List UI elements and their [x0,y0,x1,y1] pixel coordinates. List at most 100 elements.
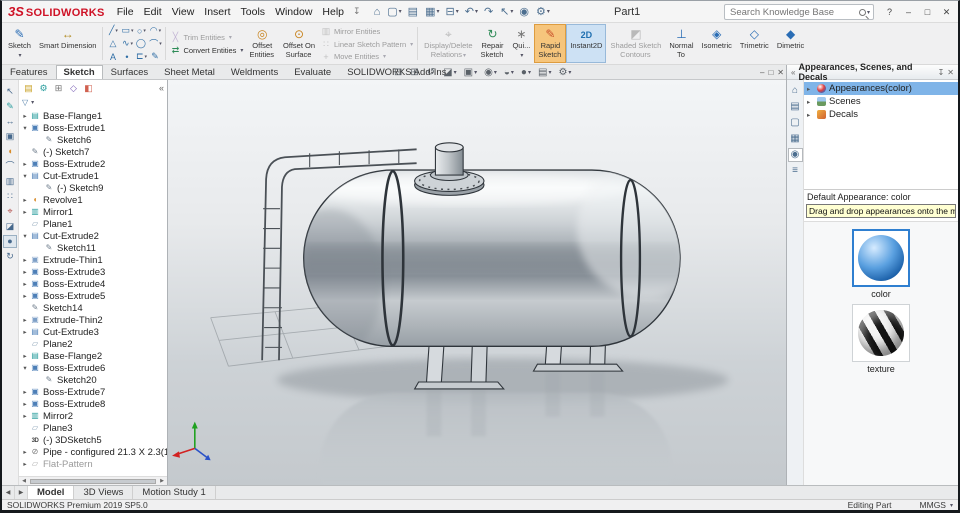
command-tab[interactable]: Sheet Metal [156,65,223,79]
expand-arrow[interactable]: ▸ [21,160,29,168]
options-icon[interactable]: ⚙ ▾ [533,2,553,22]
view-orientation-button[interactable]: ▣ ▾ [464,67,477,78]
expand-arrow[interactable]: ▸ [807,98,814,106]
expand-arrow[interactable]: ▸ [21,400,29,408]
tree-item[interactable]: ▸ Boss-Extrude8 [19,398,167,410]
zoom-fit-button[interactable]: ⊡ [394,67,403,78]
isometric-button[interactable]: Isometric [698,24,736,63]
tree-item[interactable]: ▸ Boss-Extrude5 [19,290,167,302]
tree-item[interactable]: ▸ Cut-Extrude3 [19,326,167,338]
tree-item[interactable]: ▸ Mirror2 [19,410,167,422]
linear-sketch-pattern-button[interactable]: Linear Sketch Pattern ▾ [321,39,413,50]
save-icon[interactable]: ▦ ▾ [422,2,442,22]
new-document-icon[interactable]: ▢ ▾ [384,2,404,22]
expand-arrow[interactable]: ▸ [21,412,29,420]
expand-arrow[interactable]: ▸ [21,328,29,336]
color-appearance-thumb[interactable] [852,229,910,287]
sketch-pencil-tool[interactable]: ✎ [148,50,162,63]
doc-close-button[interactable]: ✕ [777,68,784,77]
restore-button[interactable]: □ [918,3,937,21]
command-tab[interactable]: Weldments [223,65,286,79]
top-nozzle-flange[interactable] [414,142,485,196]
tree-item[interactable]: (-) Sketch7 [19,146,167,158]
circle-tool[interactable]: ○ ▾ [134,24,148,37]
search-input[interactable] [728,5,859,19]
tree-item[interactable]: ▸ Base-Flange1 [19,110,167,122]
dimension-tool-icon[interactable]: ↔ [3,115,17,128]
document-tab[interactable]: 3D Views [74,486,134,499]
command-tab[interactable]: Surfaces [103,65,157,79]
point-tool[interactable]: • [120,50,134,63]
tree-item[interactable]: ▾ Boss-Extrude6 [19,362,167,374]
tree-item[interactable]: ▸ Boss-Extrude3 [19,266,167,278]
scenes-node[interactable]: ▸ Scenes [804,95,958,108]
propertymanager-tab[interactable]: ⚙ [37,82,50,94]
repair-sketch-button[interactable]: Repair Sketch [477,24,509,63]
sketch-tool-icon[interactable]: ✎ [3,100,17,113]
rebuild-icon[interactable]: ◉ [516,2,533,22]
zoom-area-button[interactable]: ⊞ [410,67,419,78]
select-icon[interactable]: ↖ ▾ [497,2,516,22]
text-tool[interactable]: A [106,50,120,63]
expand-arrow[interactable]: ▸ [21,268,29,276]
document-tab[interactable]: Motion Study 1 [133,486,216,499]
appearances-tab[interactable]: ◉ [787,148,803,162]
smart-dimension-button[interactable]: Smart Dimension [35,24,101,63]
decals-node[interactable]: ▸ Decals [804,108,958,121]
select-tool-icon[interactable]: ↖ [3,85,17,98]
measure-tool-icon[interactable]: ⌖ [3,205,17,218]
dimxpertmanager-tab[interactable]: ◇ [67,82,80,94]
filter-funnel-icon[interactable]: ▽ [22,98,28,107]
tree-item[interactable]: Sketch20 [19,374,167,386]
tree-item[interactable]: ▸ Boss-Extrude4 [19,278,167,290]
tab-scroll-left[interactable]: ◀ [2,486,15,499]
line-tool[interactable]: ╱ ▾ [106,24,120,37]
file-explorer-tab[interactable]: ▢ [788,116,803,130]
expand-arrow[interactable]: ▸ [21,316,29,324]
tree-item[interactable]: ▸ Pipe - configured 21.3 X 2.3(1) [19,446,167,458]
design-library-tab[interactable]: ▤ [788,100,803,114]
menu-item[interactable]: Edit [139,3,167,21]
rotate-tool-icon[interactable]: ↻ [3,250,17,263]
texture-appearance-thumb[interactable] [852,304,910,362]
pattern-tool-icon[interactable]: ∷ [3,190,17,203]
open-icon[interactable]: ▤ [405,2,422,22]
offset-entities-button[interactable]: Offset Entities [245,24,279,63]
view-settings-button[interactable]: ⚙ ▾ [558,67,571,78]
section-view-button[interactable]: ◪ ▾ [443,67,456,78]
tree-item[interactable]: Sketch14 [19,302,167,314]
tree-item[interactable]: ▸ Extrude-Thin2 [19,314,167,326]
arc-tool[interactable]: ◠ ▾ [148,24,162,37]
expand-arrow[interactable]: ▸ [807,85,814,93]
pin-icon[interactable]: ↧ [938,68,945,77]
rapid-sketch-button[interactable]: Rapid Sketch [534,24,567,63]
display-delete-relations-button[interactable]: Display/Delete Relations▾ [420,24,476,63]
section-tool-icon[interactable]: ◪ [3,220,17,233]
spline-tool[interactable]: ∿ ▾ [120,37,134,50]
tree-item[interactable]: ▸ Boss-Extrude2 [19,158,167,170]
minimize-button[interactable]: – [899,3,918,21]
custom-properties-tab[interactable]: ≡ [788,164,803,178]
slot-tool[interactable]: ⊏ ▾ [134,50,148,63]
expand-arrow[interactable]: ▸ [807,111,814,119]
command-tab[interactable]: Features [2,65,56,79]
expand-arrow[interactable]: ▸ [21,292,29,300]
ellipse-tool[interactable]: ◯ [134,37,148,50]
view-palette-tab[interactable]: ▦ [788,132,803,146]
mirror-tool-icon[interactable]: ▥ [3,175,17,188]
tree-item[interactable]: Sketch6 [19,134,167,146]
sketch-button[interactable]: Sketch ▾ [4,24,35,63]
expand-arrow[interactable]: ▸ [21,256,29,264]
tab-scroll-right[interactable]: ▶ [15,486,28,499]
tree-item[interactable]: Plane1 [19,218,167,230]
graphics-viewport[interactable] [168,80,790,485]
shaded-sketch-contours-button[interactable]: Shaded Sketch Contours [606,24,665,63]
previous-view-button[interactable]: ↺ [427,67,436,78]
tree-item[interactable]: ▾ Cut-Extrude1 [19,170,167,182]
tree-item[interactable]: ▾ Cut-Extrude2 [19,230,167,242]
home-icon[interactable]: ⌂ [371,2,385,22]
offset-on-surface-button[interactable]: Offset On Surface [279,24,319,63]
quick-snaps-button[interactable]: Qui... ▾ [508,24,534,63]
orientation-triad[interactable] [172,421,211,461]
menu-item[interactable]: Help [317,3,349,21]
